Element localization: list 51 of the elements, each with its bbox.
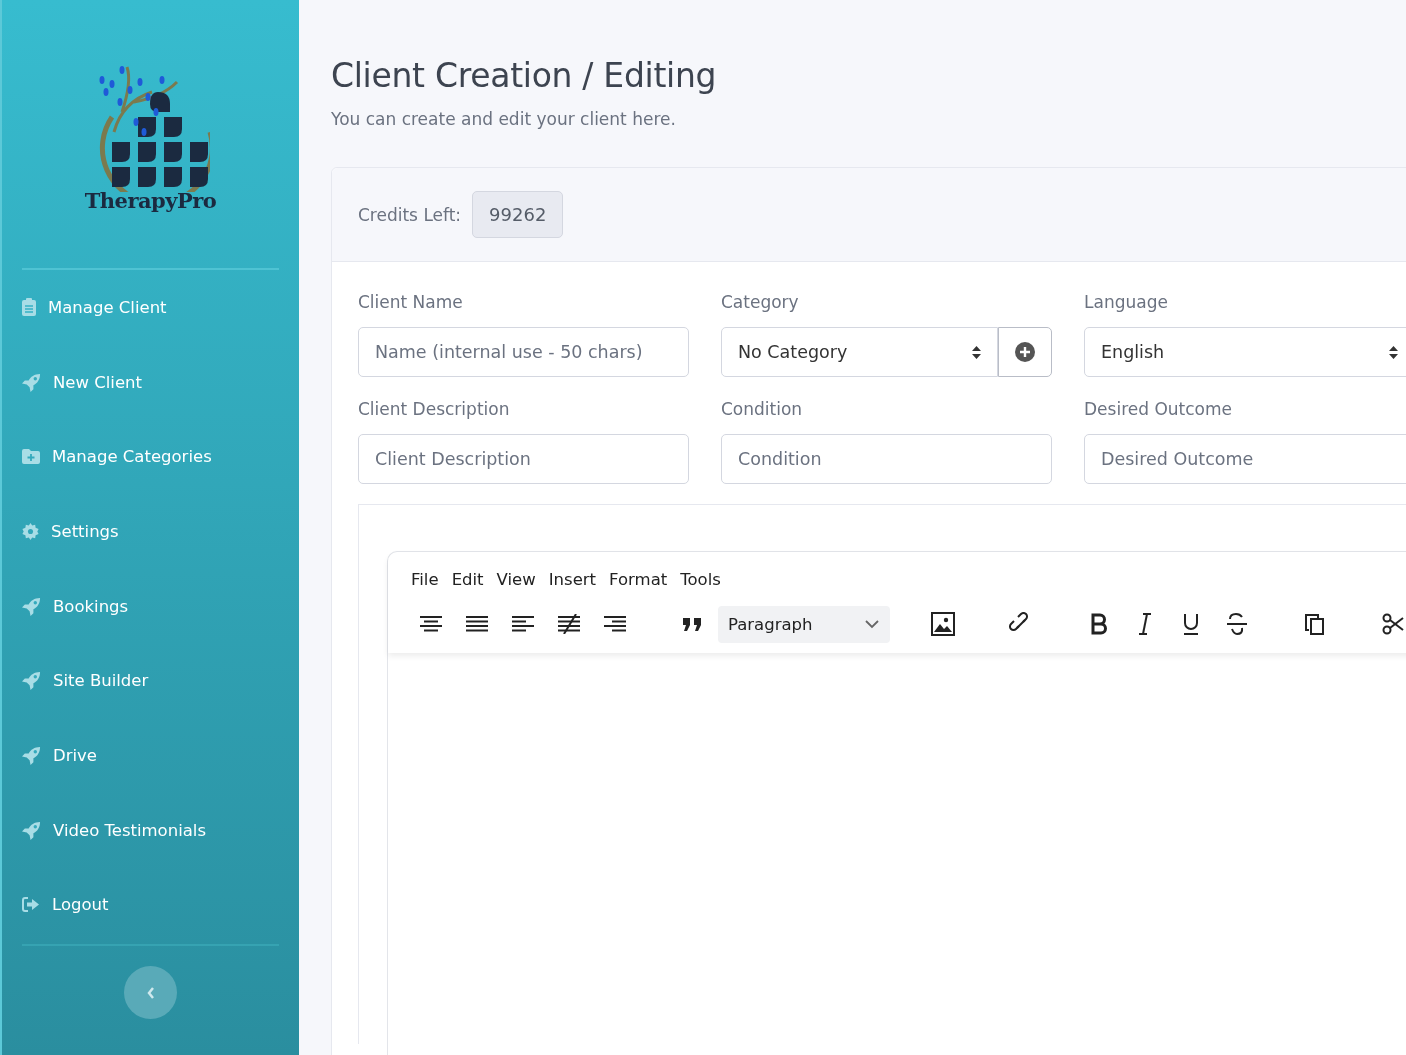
align-center-icon <box>420 614 442 634</box>
strikethrough-icon <box>1226 613 1248 635</box>
select-field[interactable]: No Category <box>721 327 998 377</box>
align-right-icon <box>604 614 626 634</box>
field-label: Client Name <box>358 292 464 314</box>
clipboard-icon <box>22 298 36 317</box>
menu-item[interactable]: File <box>408 566 442 593</box>
bold-icon <box>1089 613 1109 635</box>
menu-item[interactable]: View <box>493 566 539 593</box>
gear-icon <box>22 522 39 540</box>
sort-arrows-icon <box>1389 345 1398 359</box>
text-field[interactable]: Desired Outcome <box>1084 434 1406 484</box>
rocket-icon <box>22 745 41 765</box>
menu-item[interactable]: Tools <box>677 566 724 593</box>
rocket-icon <box>22 820 41 840</box>
text-field[interactable]: Client Description <box>358 434 689 484</box>
image-icon <box>931 612 955 636</box>
align-left-icon <box>512 614 534 634</box>
field-label: Condition <box>721 399 804 421</box>
credits-label: Credits Left: <box>358 204 462 225</box>
menu-item[interactable]: Format <box>606 566 671 593</box>
chevron-down-icon <box>864 617 880 631</box>
rocket-icon <box>22 671 41 691</box>
block-format-dropdown[interactable]: Paragraph <box>718 605 890 643</box>
field-label: Client Description <box>358 399 511 421</box>
field-label: Desired Outcome <box>1084 399 1233 421</box>
scissors-icon <box>1382 613 1404 635</box>
logout-icon <box>22 897 40 913</box>
logo-text: TherapyPro <box>84 188 217 213</box>
page-subtitle: You can create and edit your client here. <box>331 109 677 129</box>
rocket-icon <box>22 596 41 616</box>
copy-icon <box>1304 613 1326 635</box>
credits-value: 99262 <box>472 191 564 238</box>
rocket-icon <box>22 372 41 392</box>
plus-circle-icon <box>1015 342 1035 362</box>
justify-icon <box>466 614 488 634</box>
sidebar-item[interactable]: Logout <box>22 867 279 943</box>
underline-icon <box>1181 613 1201 635</box>
field-label: Category <box>721 292 800 314</box>
field-label: Language <box>1084 292 1169 314</box>
folder-plus-icon <box>22 449 40 465</box>
page-title: Client Creation / Editing <box>331 56 718 95</box>
select-field[interactable]: English <box>1084 327 1406 377</box>
menu-item[interactable]: Insert <box>545 566 600 593</box>
clear-formatting-icon <box>558 614 580 634</box>
sort-arrows-icon <box>972 345 981 359</box>
add-category-button[interactable] <box>998 327 1052 377</box>
text-field[interactable]: Condition <box>721 434 1052 484</box>
text-field[interactable]: Name (internal use - 50 chars) <box>358 327 689 377</box>
chevron-left-icon <box>146 986 155 999</box>
menu-item[interactable]: Edit <box>448 566 487 593</box>
